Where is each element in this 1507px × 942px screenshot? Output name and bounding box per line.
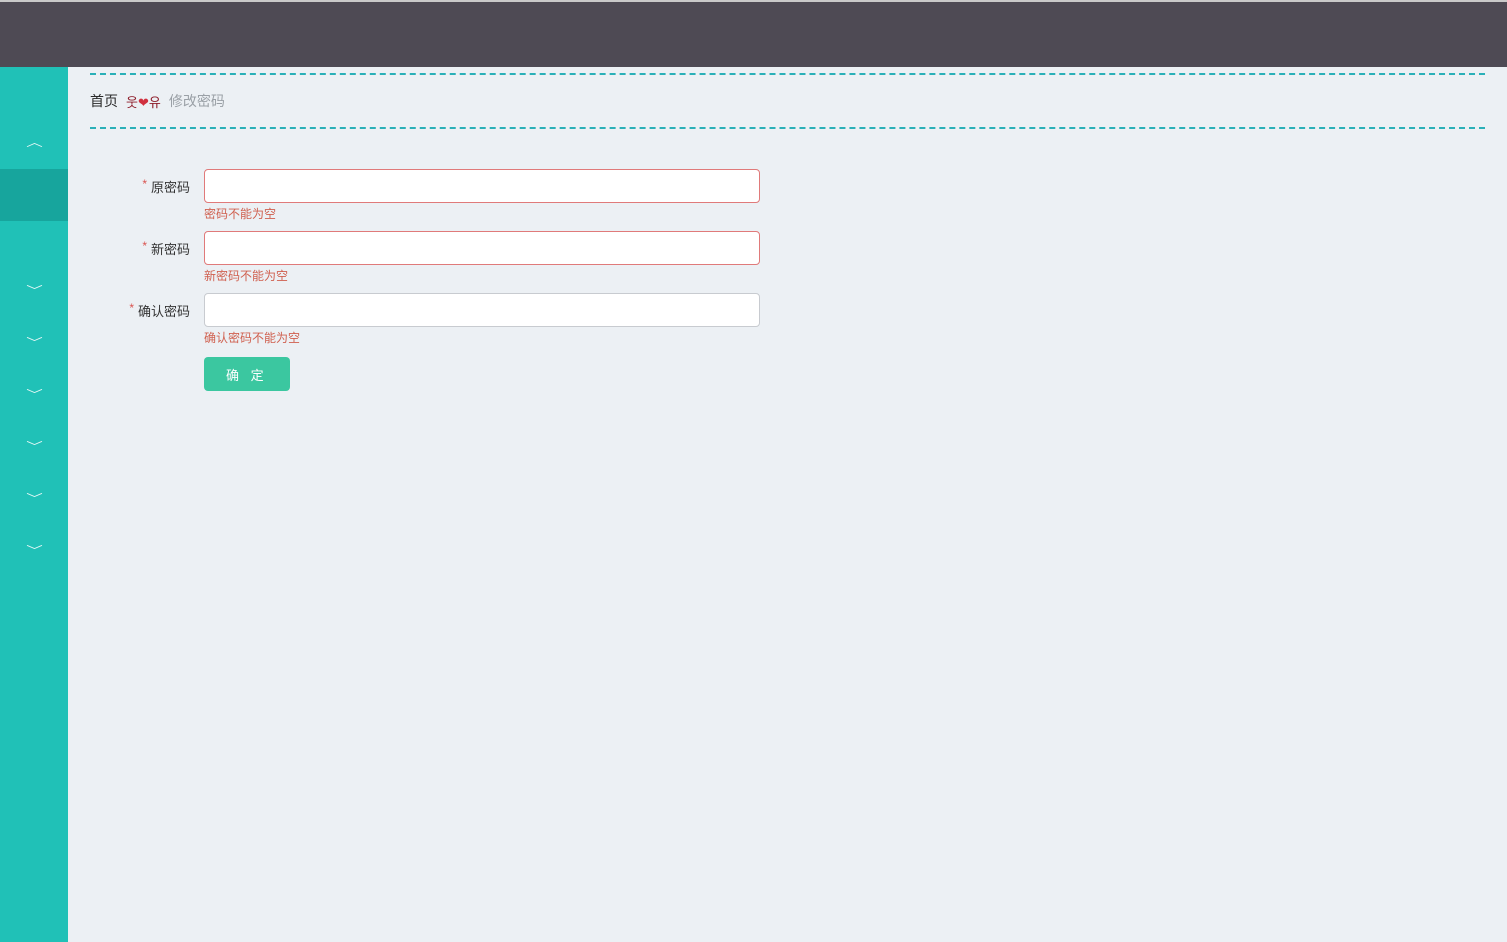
- chevron-down-icon: ﹀: [26, 546, 43, 557]
- sidebar-item-7[interactable]: ﹀: [0, 473, 68, 525]
- sidebar-item-3[interactable]: ﹀: [0, 265, 68, 317]
- chevron-down-icon: ﹀: [26, 442, 43, 453]
- form-row-new-password: *新密码 新密码不能为空: [84, 231, 1485, 289]
- sidebar-item-0[interactable]: ︿: [0, 117, 68, 169]
- input-new-password[interactable]: [204, 231, 760, 265]
- breadcrumb-bar: 首页 웃❤유 修改密码: [90, 73, 1485, 129]
- chevron-up-icon: ︿: [26, 138, 43, 149]
- label-old-password: *原密码: [84, 169, 204, 196]
- submit-button[interactable]: 确 定: [204, 357, 290, 391]
- sidebar-item-1-active[interactable]: [0, 169, 68, 221]
- input-confirm-password[interactable]: [204, 293, 760, 327]
- chevron-down-icon: ﹀: [26, 494, 43, 505]
- input-old-password[interactable]: [204, 169, 760, 203]
- required-star-icon: *: [142, 239, 147, 253]
- error-confirm-password: 确认密码不能为空: [204, 331, 760, 345]
- required-star-icon: *: [142, 177, 147, 191]
- sidebar-item-4[interactable]: ﹀: [0, 317, 68, 369]
- breadcrumb-home[interactable]: 首页: [90, 91, 118, 111]
- label-confirm-password: *确认密码: [84, 293, 204, 320]
- required-star-icon: *: [129, 301, 134, 315]
- error-new-password: 新密码不能为空: [204, 269, 760, 283]
- sidebar-item-2[interactable]: [0, 221, 68, 265]
- sidebar-item-5[interactable]: ﹀: [0, 369, 68, 421]
- sidebar-item-6[interactable]: ﹀: [0, 421, 68, 473]
- form-row-confirm-password: *确认密码 确认密码不能为空: [84, 293, 1485, 351]
- chevron-down-icon: ﹀: [26, 286, 43, 297]
- window-top-border: [0, 0, 1507, 2]
- chevron-down-icon: ﹀: [26, 390, 43, 401]
- main-content: 首页 웃❤유 修改密码 *原密码 密码不能为空 *新密码 新密码不能为空: [68, 67, 1507, 942]
- breadcrumb-separator-icon: 웃❤유: [126, 92, 161, 111]
- label-new-password: *新密码: [84, 231, 204, 258]
- form-submit-row: 确 定: [84, 357, 1485, 391]
- breadcrumb: 首页 웃❤유 修改密码: [90, 91, 1485, 111]
- breadcrumb-current: 修改密码: [169, 91, 225, 111]
- form-row-old-password: *原密码 密码不能为空: [84, 169, 1485, 227]
- change-password-form: *原密码 密码不能为空 *新密码 新密码不能为空 *确认密码 确认密码不能为空: [84, 169, 1485, 391]
- error-old-password: 密码不能为空: [204, 207, 760, 221]
- chevron-down-icon: ﹀: [26, 338, 43, 349]
- sidebar-nav: ︿ ﹀ ﹀ ﹀ ﹀ ﹀ ﹀: [0, 67, 68, 942]
- top-header-bar: [0, 0, 1507, 67]
- sidebar-item-8[interactable]: ﹀: [0, 525, 68, 577]
